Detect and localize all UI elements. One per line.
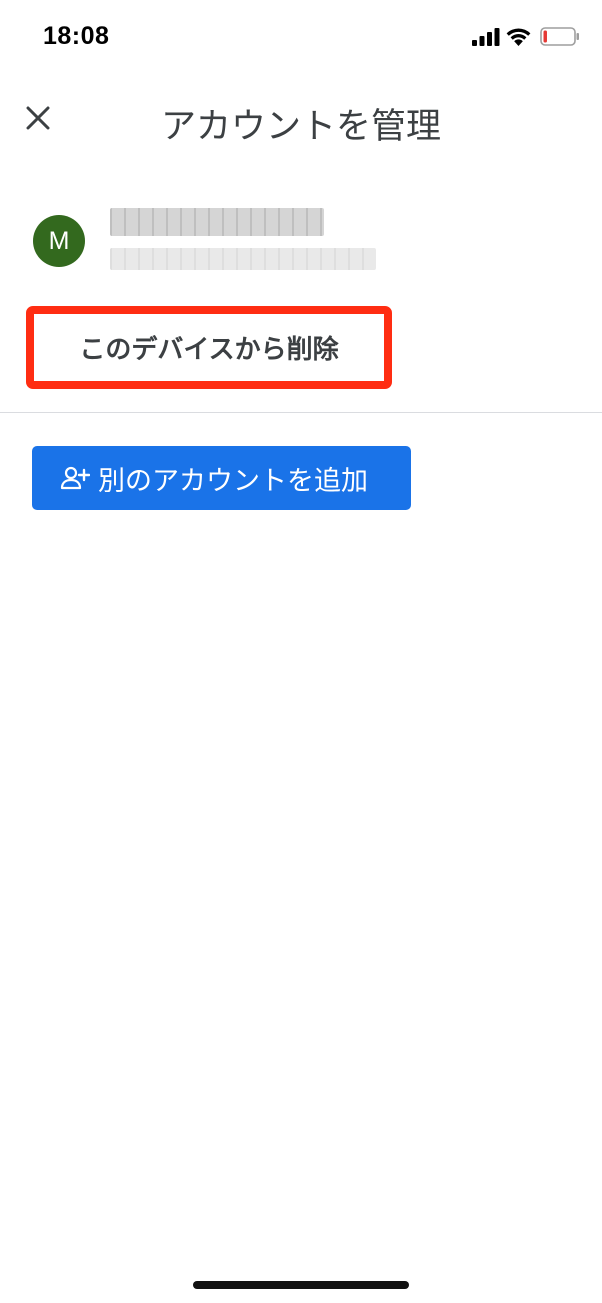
battery-low-icon bbox=[540, 27, 579, 46]
account-email-redacted bbox=[110, 248, 376, 270]
page-title: アカウントを管理 bbox=[160, 107, 441, 147]
person-add-icon bbox=[60, 465, 90, 491]
remove-from-device-label: このデバイスから削除 bbox=[79, 335, 339, 365]
status-bar: 18:08 bbox=[0, 0, 602, 76]
header: アカウントを管理 bbox=[0, 76, 602, 166]
remove-from-device-button[interactable]: このデバイスから削除 bbox=[26, 306, 392, 389]
signal-icon bbox=[472, 28, 500, 46]
add-account-label: 別のアカウントを追加 bbox=[98, 465, 368, 497]
wifi-icon bbox=[506, 28, 531, 46]
account-row: M bbox=[0, 196, 602, 286]
divider bbox=[0, 412, 602, 413]
home-indicator[interactable] bbox=[193, 1281, 409, 1289]
avatar: M bbox=[33, 215, 85, 267]
add-account-button[interactable]: 別のアカウントを追加 bbox=[32, 446, 411, 510]
status-time: 18:08 bbox=[43, 22, 110, 50]
account-name-redacted bbox=[110, 208, 324, 236]
